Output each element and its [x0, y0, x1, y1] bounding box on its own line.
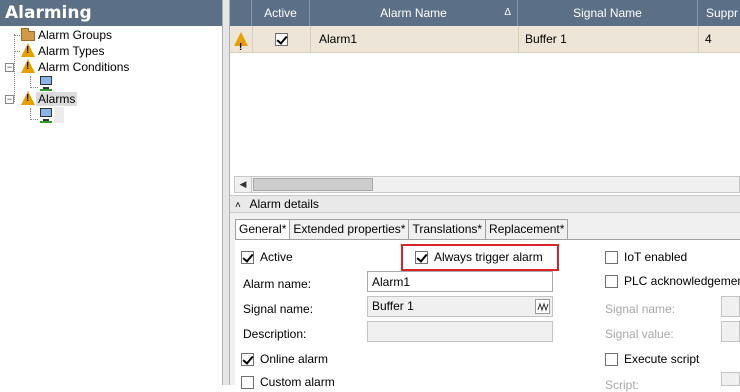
online-alarm-checkbox[interactable]: [241, 352, 254, 366]
tree-item-alarm-types[interactable]: Alarm Types: [20, 43, 106, 59]
collapse-icon[interactable]: −: [5, 95, 14, 104]
warning-icon: [20, 91, 36, 107]
online-alarm-checkbox-field[interactable]: Online alarm: [241, 352, 328, 366]
signal-name-value: Buffer 1: [372, 299, 414, 313]
tree-item-alarm-conditions[interactable]: Alarm Conditions: [20, 59, 131, 75]
alarming-tree-panel: Alarming Alarm Groups Alarm Types − Alar…: [0, 0, 222, 385]
plc-ack-checkbox-field[interactable]: PLC acknowledgement: [605, 274, 740, 288]
active-checkbox[interactable]: [241, 250, 254, 264]
tab-translations[interactable]: Translations*: [408, 219, 487, 239]
details-title: Alarm details: [249, 197, 319, 211]
row-alarm-name-cell[interactable]: Alarm1: [310, 26, 518, 53]
column-header-label: Alarm Name: [380, 6, 447, 20]
computer-icon: [38, 107, 54, 123]
alarm-grid: Active Alarm Name Δ Signal Name Suppr Al…: [230, 0, 740, 195]
online-alarm-label: Online alarm: [260, 352, 329, 366]
custom-alarm-checkbox[interactable]: [241, 375, 254, 389]
scroll-left-icon[interactable]: ◀: [235, 177, 252, 192]
tab-extended-properties[interactable]: Extended properties*: [289, 219, 410, 239]
row-status-cell: [233, 26, 251, 61]
general-tab-panel: Active Always trigger alarm IoT enabled …: [235, 239, 740, 392]
always-trigger-checkbox[interactable]: [415, 250, 428, 264]
row-suppress-cell[interactable]: 4: [698, 26, 740, 53]
warning-icon: [20, 43, 36, 59]
grid-header: Active Alarm Name Δ Signal Name Suppr: [230, 0, 740, 26]
panel-title: Alarming: [0, 0, 222, 26]
execute-script-label: Execute script: [624, 352, 700, 366]
horizontal-scrollbar[interactable]: ◀: [234, 176, 740, 193]
signal-browse-icon[interactable]: [535, 299, 550, 314]
details-header[interactable]: ˄ Alarm details: [230, 195, 740, 213]
signal-name-field[interactable]: Buffer 1: [367, 296, 553, 317]
description-input[interactable]: [367, 321, 553, 342]
plc-ack-checkbox[interactable]: [605, 274, 618, 288]
grid-header-icon-column[interactable]: [230, 0, 252, 26]
collapse-icon[interactable]: −: [5, 63, 14, 72]
execute-script-checkbox-field[interactable]: Execute script: [605, 352, 699, 366]
description-label: Description:: [243, 327, 307, 341]
alarm-name-label: Alarm name:: [243, 277, 312, 291]
tab-general[interactable]: General*: [235, 219, 291, 240]
warning-icon: [233, 32, 249, 61]
always-trigger-label: Always trigger alarm: [434, 250, 543, 264]
table-row[interactable]: Alarm1 Buffer 1 4: [230, 26, 740, 61]
tree-item-condition-signal[interactable]: [38, 75, 58, 91]
tree-item-alarm-signal[interactable]: [38, 107, 64, 123]
iot-enabled-checkbox-field[interactable]: IoT enabled: [605, 250, 687, 264]
iot-enabled-label: IoT enabled: [624, 250, 688, 264]
tree-item-alarms[interactable]: Alarms: [20, 91, 78, 107]
tree-connector: [30, 119, 38, 120]
tree-connector: [14, 34, 15, 102]
folder-icon: [20, 27, 36, 43]
tree-item-alarm-groups[interactable]: Alarm Groups: [20, 27, 114, 43]
row-active-cell[interactable]: [252, 26, 310, 53]
alarm-details-panel: General* Extended properties* Translatio…: [230, 213, 740, 392]
tree-item-label: Alarms: [36, 92, 78, 106]
alarm-name-input[interactable]: [367, 271, 553, 292]
active-checkbox[interactable]: [275, 33, 288, 47]
panel-splitter[interactable]: [222, 0, 230, 385]
tab-replacement[interactable]: Replacement*: [485, 219, 569, 239]
tree-connector: [30, 87, 38, 88]
custom-alarm-checkbox-field[interactable]: Custom alarm: [241, 375, 335, 389]
right-signal-name-input: [721, 296, 740, 317]
warning-icon: [20, 59, 36, 75]
plc-ack-label: PLC acknowledgement: [624, 274, 740, 288]
collapse-chevron-icon[interactable]: ˄: [235, 200, 241, 211]
column-header-suppress[interactable]: Suppr: [698, 0, 740, 26]
signal-value-input: [721, 321, 740, 342]
execute-script-checkbox[interactable]: [605, 352, 618, 366]
active-label: Active: [260, 250, 293, 264]
column-header-active[interactable]: Active: [252, 0, 310, 26]
column-header-signal-name[interactable]: Signal Name: [518, 0, 698, 26]
row-signal-name-cell[interactable]: Buffer 1: [518, 26, 698, 53]
signal-name-label: Signal name:: [243, 302, 314, 316]
scrollbar-thumb[interactable]: [253, 178, 373, 191]
tree-item-label: Alarm Types: [38, 44, 105, 58]
script-input: [721, 372, 740, 386]
details-tabs: General* Extended properties* Translatio…: [235, 219, 569, 240]
tree-item-label: Alarm Conditions: [38, 60, 130, 74]
iot-enabled-checkbox[interactable]: [605, 250, 618, 264]
script-label: Script:: [605, 378, 640, 392]
active-checkbox-field[interactable]: Active: [241, 250, 293, 264]
signal-value-label: Signal value:: [605, 327, 674, 341]
column-header-alarm-name[interactable]: Alarm Name Δ: [310, 0, 518, 26]
right-signal-name-label: Signal name:: [605, 302, 676, 316]
always-trigger-checkbox-field[interactable]: Always trigger alarm: [415, 250, 543, 264]
sort-ascending-icon: Δ: [504, 7, 511, 18]
tree-item-label: [54, 107, 64, 123]
computer-icon: [38, 75, 54, 91]
tree-item-label: Alarm Groups: [38, 28, 113, 42]
custom-alarm-label: Custom alarm: [260, 375, 335, 389]
